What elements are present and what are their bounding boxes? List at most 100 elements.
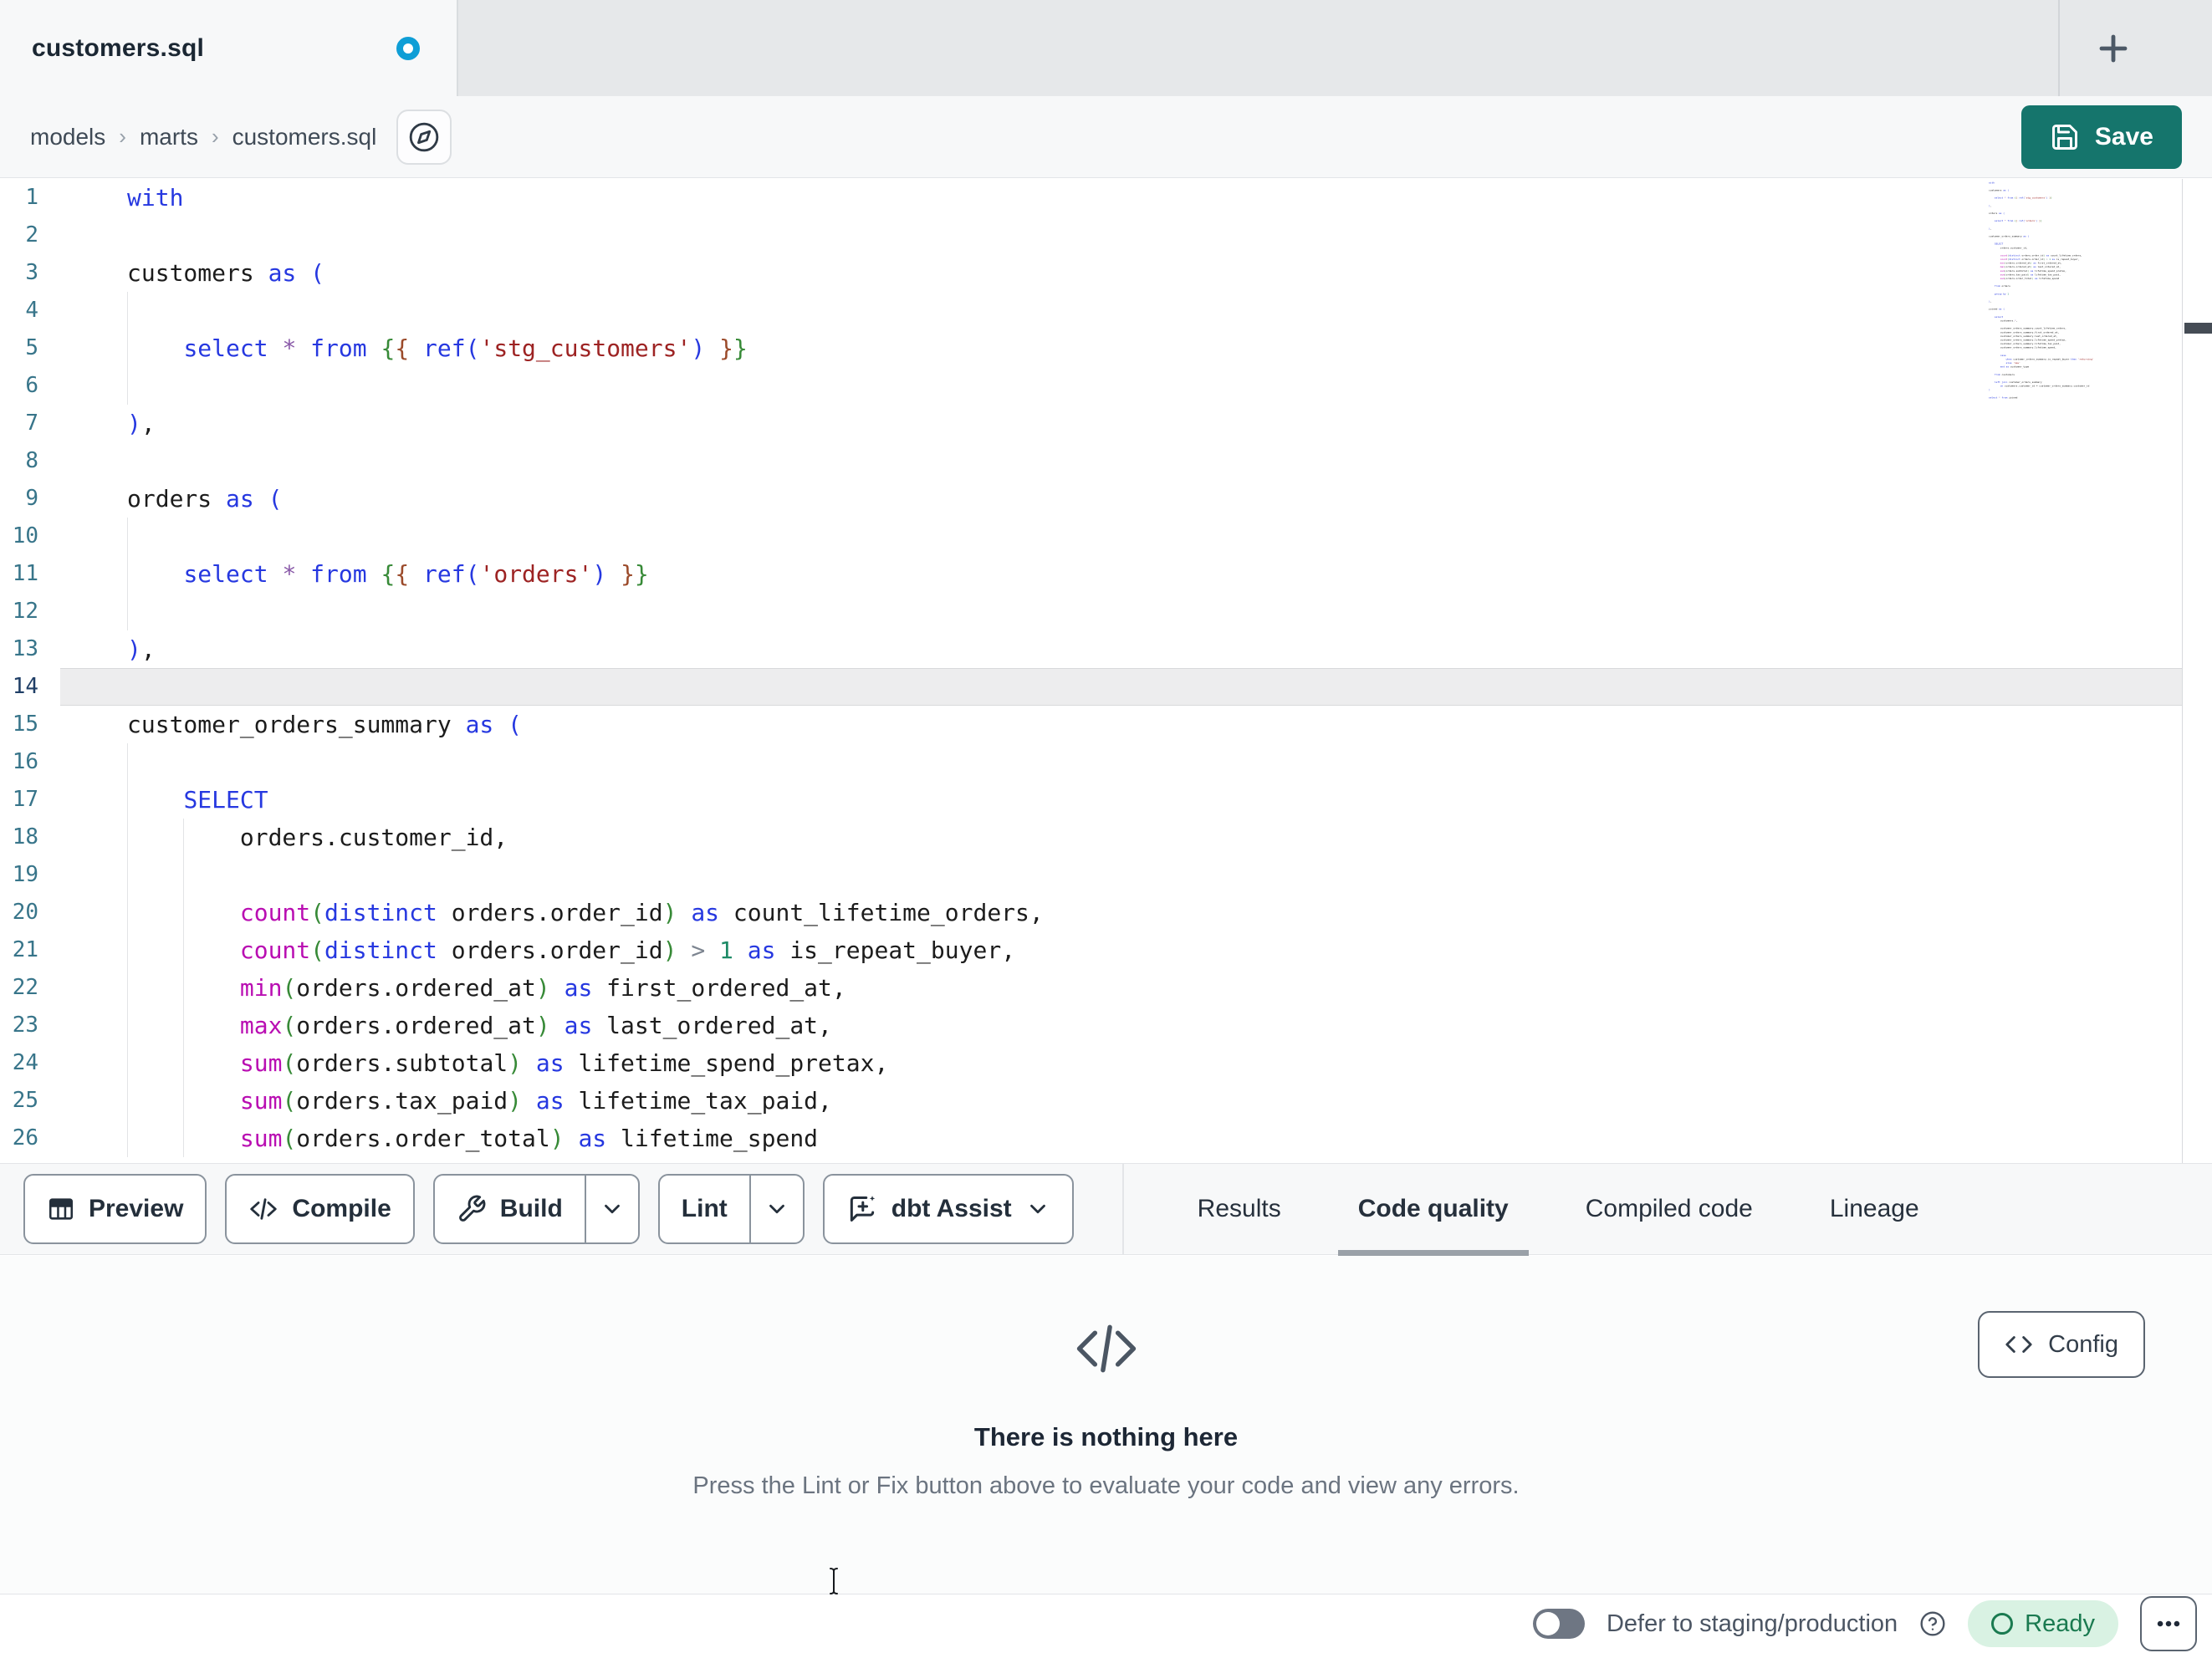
code-line[interactable]: 25 sum(orders.tax_paid) as lifetime_tax_… xyxy=(0,1082,2182,1120)
code-line[interactable]: 21 count(distinct orders.order_id) > 1 a… xyxy=(0,931,2182,969)
indent-guide xyxy=(183,931,185,969)
code-line[interactable]: 3 customers as ( xyxy=(0,254,2182,292)
new-tab-button[interactable] xyxy=(2090,25,2137,72)
line-number[interactable]: 1 xyxy=(0,179,60,217)
code-line[interactable]: 2 xyxy=(0,217,2182,254)
line-number[interactable]: 4 xyxy=(0,292,60,329)
line-number[interactable]: 5 xyxy=(0,329,60,367)
breadcrumb-item-customers-sql[interactable]: customers.sql xyxy=(232,124,377,151)
indent-guide xyxy=(183,1044,185,1082)
panel-drag-handle[interactable] xyxy=(2184,323,2212,334)
code-line-content: sum(orders.tax_paid) as lifetime_tax_pai… xyxy=(60,1082,2182,1120)
line-number[interactable]: 3 xyxy=(0,254,60,292)
indent-guide xyxy=(127,1007,128,1044)
code-line[interactable]: 9 orders as ( xyxy=(0,480,2182,518)
line-number[interactable]: 19 xyxy=(0,856,60,894)
code-line[interactable]: 14 xyxy=(0,668,2182,706)
defer-toggle[interactable] xyxy=(1532,1609,1585,1639)
build-dropdown-toggle[interactable] xyxy=(584,1176,638,1242)
lint-button[interactable]: Lint xyxy=(657,1174,805,1244)
line-number[interactable]: 25 xyxy=(0,1082,60,1120)
code-editor[interactable]: 1 with 2 3 customers as (4 5 select * from {{… xyxy=(0,179,2212,1163)
compile-button[interactable]: Compile xyxy=(225,1174,415,1244)
code-line-content xyxy=(60,442,2182,480)
line-number[interactable]: 15 xyxy=(0,706,60,743)
breadcrumb-item-models[interactable]: models xyxy=(30,124,105,151)
code-line[interactable]: 8 xyxy=(0,442,2182,480)
preview-button-main[interactable]: Preview xyxy=(25,1176,205,1242)
help-circle-icon[interactable] xyxy=(1919,1610,1946,1637)
code-line[interactable]: 1 with xyxy=(0,179,2182,217)
tab-lineage[interactable]: Lineage xyxy=(1791,1163,1958,1255)
tab-code-quality[interactable]: Code quality xyxy=(1320,1163,1547,1256)
dbt-assist-button[interactable]: dbt Assist xyxy=(822,1174,1074,1244)
code-line[interactable]: 16 xyxy=(0,743,2182,781)
line-number[interactable]: 23 xyxy=(0,1007,60,1044)
line-number[interactable]: 8 xyxy=(0,442,60,480)
breadcrumb-item-marts[interactable]: marts xyxy=(140,124,198,151)
code-line[interactable]: 15 customer_orders_summary as ( xyxy=(0,706,2182,743)
indent-guide xyxy=(183,856,185,894)
line-number[interactable]: 12 xyxy=(0,593,60,630)
code-line[interactable]: 17 SELECT xyxy=(0,781,2182,819)
preview-button[interactable]: Preview xyxy=(23,1174,207,1244)
code-line[interactable]: 19 xyxy=(0,856,2182,894)
build-button-main[interactable]: Build xyxy=(435,1176,585,1242)
indent-guide xyxy=(127,894,128,931)
build-button[interactable]: Build xyxy=(432,1174,640,1244)
line-number[interactable]: 26 xyxy=(0,1120,60,1157)
code-line[interactable]: 18 orders.customer_id, xyxy=(0,819,2182,856)
line-number[interactable]: 2 xyxy=(0,217,60,254)
empty-state-title: There is nothing here xyxy=(973,1422,1239,1451)
line-number[interactable]: 18 xyxy=(0,819,60,856)
code-lines[interactable]: 1 with 2 3 customers as (4 5 select * from {{… xyxy=(0,179,2182,1163)
indent-guide xyxy=(127,1082,128,1120)
code-line[interactable]: 22 min(orders.ordered_at) as first_order… xyxy=(0,969,2182,1007)
code-line[interactable]: 24 sum(orders.subtotal) as lifetime_spen… xyxy=(0,1044,2182,1082)
code-line[interactable]: 12 xyxy=(0,593,2182,630)
code-line[interactable]: 4 xyxy=(0,292,2182,329)
dbt-assist-button-main[interactable]: dbt Assist xyxy=(825,1176,1072,1242)
code-line[interactable]: 23 max(orders.ordered_at) as last_ordere… xyxy=(0,1007,2182,1044)
code-line[interactable]: 13), xyxy=(0,630,2182,668)
compile-button-main[interactable]: Compile xyxy=(227,1176,412,1242)
tab-compiled-code[interactable]: Compiled code xyxy=(1547,1163,1791,1255)
more-options-button[interactable] xyxy=(2140,1596,2197,1651)
code-line[interactable]: 11 select * from {{ ref('orders') }} xyxy=(0,555,2182,593)
line-number[interactable]: 11 xyxy=(0,555,60,593)
code-line-content: SELECT xyxy=(60,781,2182,819)
line-number[interactable]: 14 xyxy=(0,668,60,706)
line-number[interactable]: 24 xyxy=(0,1044,60,1082)
lint-button-main[interactable]: Lint xyxy=(660,1176,749,1242)
code-line-content xyxy=(60,593,2182,630)
status-badge[interactable]: Ready xyxy=(1968,1600,2118,1647)
node-explorer-button[interactable] xyxy=(396,109,452,165)
tab-customers-sql[interactable]: customers.sql xyxy=(0,0,458,96)
tab-results[interactable]: Results xyxy=(1159,1163,1320,1255)
line-number[interactable]: 10 xyxy=(0,518,60,555)
indent-guide xyxy=(127,819,128,856)
code-line-content: ), xyxy=(127,635,156,663)
save-button-label: Save xyxy=(2094,122,2153,151)
line-number[interactable]: 13 xyxy=(0,630,60,668)
code-line[interactable]: 5 select * from {{ ref('stg_customers') … xyxy=(0,329,2182,367)
code-line[interactable]: 20 count(distinct orders.order_id) as co… xyxy=(0,894,2182,931)
line-number[interactable]: 6 xyxy=(0,367,60,405)
line-number[interactable]: 17 xyxy=(0,781,60,819)
code-line[interactable]: 7), xyxy=(0,405,2182,442)
config-button[interactable]: Config xyxy=(1978,1311,2145,1378)
line-number[interactable]: 20 xyxy=(0,894,60,931)
minimap[interactable]: with customers as ( select * from {{ ref… xyxy=(1989,181,2177,1163)
line-number[interactable]: 21 xyxy=(0,931,60,969)
lint-dropdown-toggle[interactable] xyxy=(748,1176,803,1242)
line-number[interactable]: 9 xyxy=(0,480,60,518)
line-number[interactable]: 16 xyxy=(0,743,60,781)
code-line[interactable]: 26 sum(orders.order_total) as lifetime_s… xyxy=(0,1120,2182,1157)
compile-button-label: Compile xyxy=(292,1195,391,1222)
save-button[interactable]: Save xyxy=(2020,105,2182,169)
line-number[interactable]: 22 xyxy=(0,969,60,1007)
code-line[interactable]: 6 xyxy=(0,367,2182,405)
line-number[interactable]: 7 xyxy=(0,405,60,442)
code-line-content: count(distinct orders.order_id) as count… xyxy=(60,894,2182,931)
code-line[interactable]: 10 xyxy=(0,518,2182,555)
